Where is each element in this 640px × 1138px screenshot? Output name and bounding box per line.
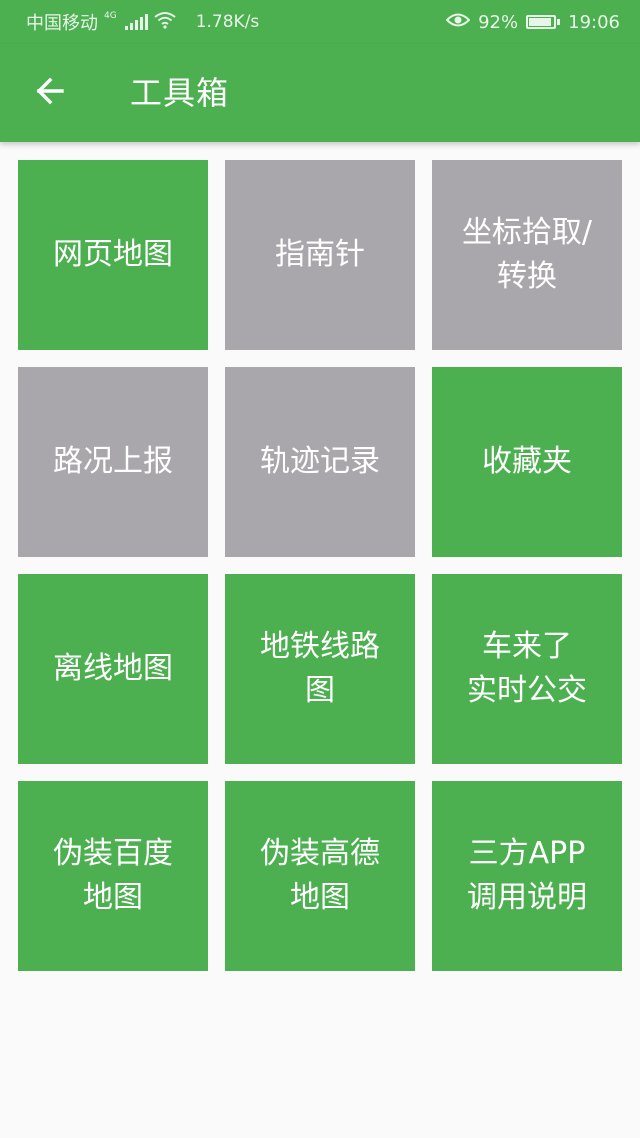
tile-coordinate-picker[interactable]: 坐标拾取/ 转换 xyxy=(432,160,622,350)
signal-icon xyxy=(124,14,148,30)
eye-icon xyxy=(445,12,471,33)
back-button[interactable] xyxy=(22,69,78,117)
page-title: 工具箱 xyxy=(130,74,230,112)
wifi-icon xyxy=(154,11,176,34)
tile-web-map[interactable]: 网页地图 xyxy=(18,160,208,350)
battery-percent: 92% xyxy=(478,11,519,33)
network-type: 4G xyxy=(104,11,117,21)
battery-icon xyxy=(526,15,561,29)
carrier-name: 中国移动 xyxy=(26,13,98,34)
network-speed: 1.78K/s xyxy=(195,12,260,32)
tile-subway-map[interactable]: 地铁线路 图 xyxy=(225,574,415,764)
tile-third-party-app-guide[interactable]: 三方APP 调用说明 xyxy=(432,781,622,971)
tile-track-record[interactable]: 轨迹记录 xyxy=(225,367,415,557)
tile-realtime-bus[interactable]: 车来了 实时公交 xyxy=(432,574,622,764)
status-right: 92% 19:06 xyxy=(445,0,620,44)
app-bar: 工具箱 xyxy=(0,44,640,142)
arrow-left-icon xyxy=(34,75,66,111)
tile-compass[interactable]: 指南针 xyxy=(225,160,415,350)
tile-fake-amap[interactable]: 伪装高德 地图 xyxy=(225,781,415,971)
tile-offline-map[interactable]: 离线地图 xyxy=(18,574,208,764)
clock: 19:06 xyxy=(568,11,620,33)
status-left: 中国移动 4G 1.78K/s xyxy=(26,0,259,44)
tile-traffic-report[interactable]: 路况上报 xyxy=(18,367,208,557)
tile-fake-baidu-map[interactable]: 伪装百度 地图 xyxy=(18,781,208,971)
tile-favorites[interactable]: 收藏夹 xyxy=(432,367,622,557)
status-bar: 中国移动 4G 1.78K/s 92% 19:06 xyxy=(0,0,640,44)
